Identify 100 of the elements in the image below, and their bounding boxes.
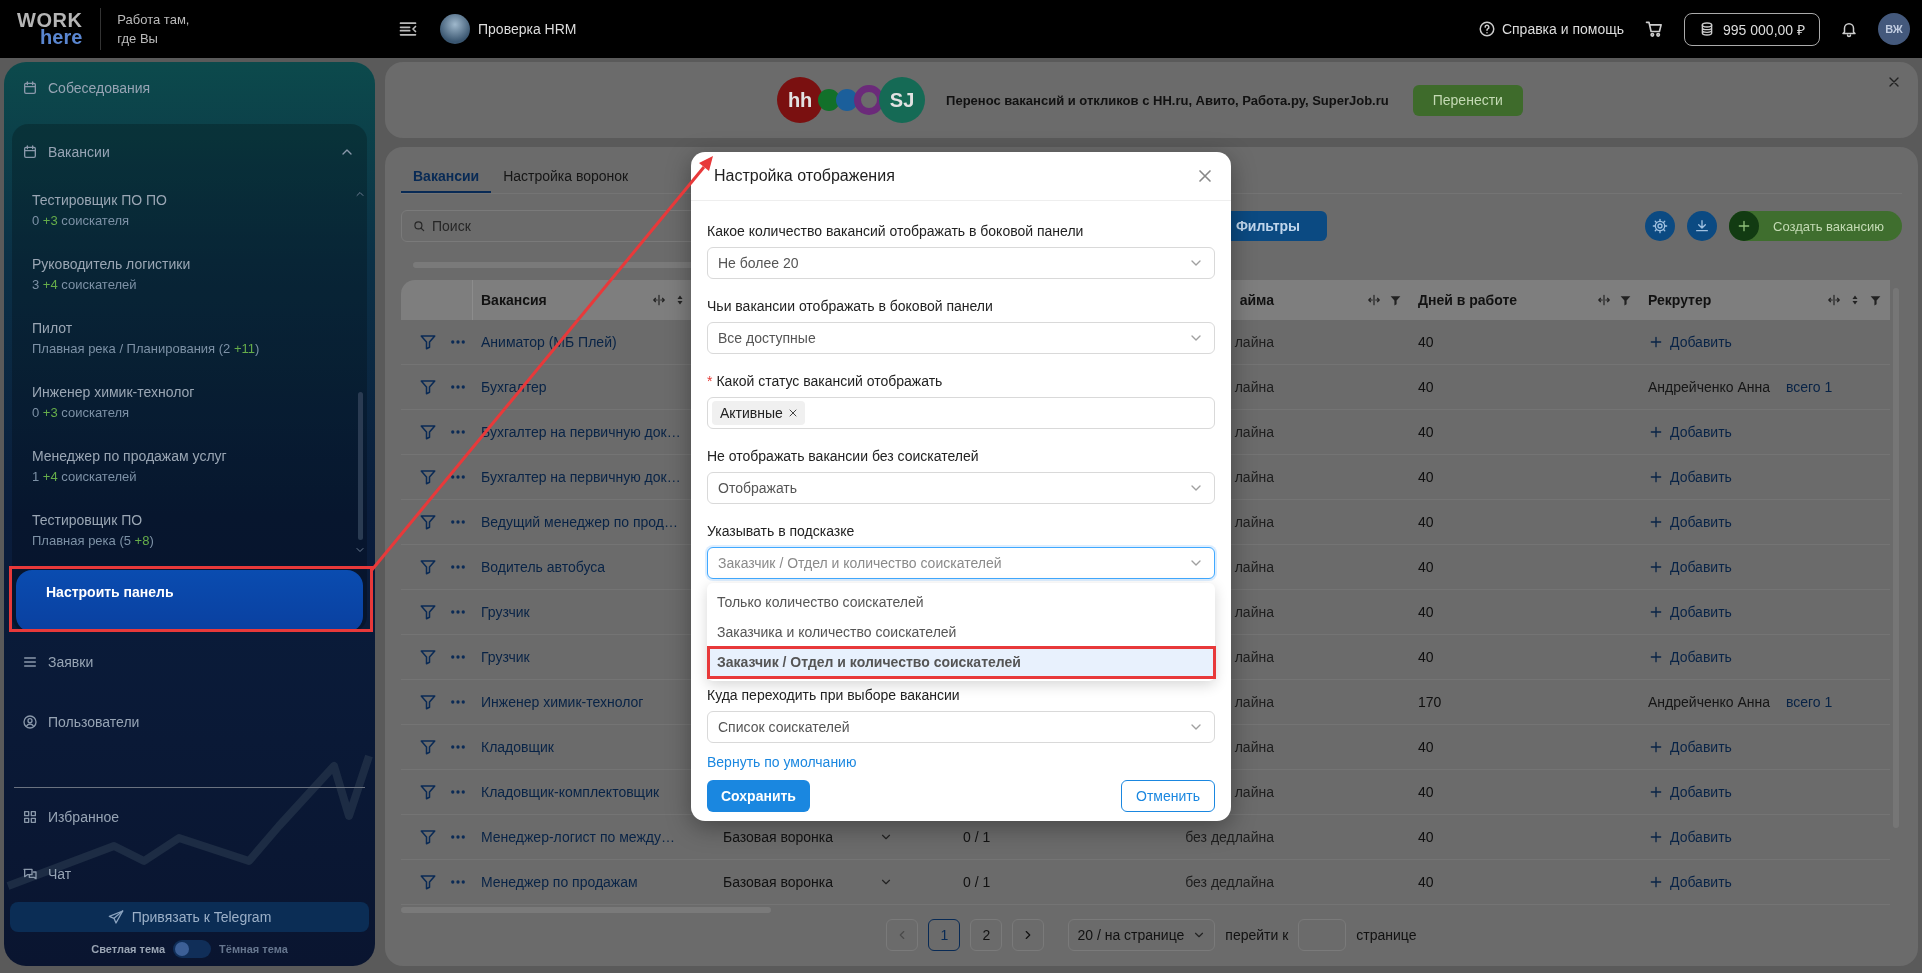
select-field[interactable]: Не более 20	[707, 247, 1215, 279]
funnel-icon[interactable]	[419, 603, 437, 621]
sidebar-vacancy[interactable]: Тестировщик ПО Плавная река (5 +8)	[12, 499, 353, 564]
help-link[interactable]: Справка и помощь	[1477, 20, 1625, 38]
sidebar-item[interactable]: Заявки	[4, 631, 375, 692]
tab[interactable]: Настройка воронок	[491, 149, 641, 193]
funnel-icon[interactable]	[419, 828, 437, 846]
funnel-icon[interactable]	[419, 378, 437, 396]
telegram-button[interactable]: Привязать к Telegram	[10, 902, 369, 933]
add-recruiter-link[interactable]: Добавить	[1648, 469, 1732, 485]
user-avatar[interactable]: ВЖ	[1878, 13, 1910, 45]
resize-icon[interactable]	[1597, 293, 1611, 307]
add-recruiter-link[interactable]: Добавить	[1648, 604, 1732, 620]
sidebar-vacancy[interactable]: Тестировщик ПО ПО 0 +3 соискателя	[12, 179, 353, 244]
column-title: Вакансия	[481, 292, 547, 308]
sidebar-vacancy[interactable]: Инженер химик-технолог 0 +3 соискателя	[12, 371, 353, 436]
sidebar-vacancy[interactable]: Руководитель логистики 3 +4 соискателей	[12, 243, 353, 308]
vacancy-link[interactable]: Менеджер-логист по между…	[481, 829, 675, 845]
funnel-select[interactable]: Базовая воронка	[723, 874, 893, 890]
page-button[interactable]: 2	[970, 919, 1003, 951]
project-name[interactable]: Проверка HRM	[478, 21, 577, 37]
sidebar-item[interactable]: Избранное	[4, 788, 375, 846]
add-recruiter-link[interactable]: Добавить	[1648, 739, 1732, 755]
light-theme-label: Светлая тема	[91, 943, 166, 956]
send-icon	[107, 909, 124, 926]
logo[interactable]: WORK here	[17, 12, 83, 46]
theme-toggle[interactable]	[173, 940, 212, 959]
tags-field[interactable]: Активные	[707, 397, 1215, 429]
vacancy-link[interactable]: Водитель автобуса	[481, 559, 606, 575]
funnel-icon[interactable]	[419, 423, 437, 441]
funnel-icon[interactable]	[419, 783, 437, 801]
next-page-button[interactable]	[1012, 919, 1045, 951]
settings-button[interactable]	[1645, 211, 1676, 241]
resize-icon[interactable]	[1367, 293, 1381, 307]
project-avatar[interactable]	[440, 14, 470, 44]
vacancy-link[interactable]: Кладовщик	[481, 739, 554, 755]
sidebar-item[interactable]: Пользователи	[4, 691, 375, 752]
recruiter-total-link[interactable]: всего 1	[1786, 379, 1833, 395]
days-cell: 40	[1418, 829, 1434, 845]
sidebar-item[interactable]: Чат	[4, 845, 375, 903]
filter-icon[interactable]	[1869, 293, 1882, 307]
save-button[interactable]: Сохранить	[707, 780, 810, 812]
select-field[interactable]: Список соискателей	[707, 711, 1215, 743]
funnel-icon[interactable]	[419, 558, 437, 576]
filter-icon[interactable]	[1619, 293, 1632, 307]
funnel-icon[interactable]	[419, 513, 437, 531]
vacancy-link[interactable]: Менеджер по продажам	[481, 874, 638, 890]
download-button[interactable]	[1687, 211, 1718, 241]
add-recruiter-link[interactable]: Добавить	[1648, 649, 1732, 665]
dropdown-option[interactable]: Только количество соискателей	[707, 587, 1215, 617]
funnel-icon[interactable]	[419, 693, 437, 711]
vacancy-link[interactable]: Грузчик	[481, 604, 530, 620]
vacancy-link[interactable]: Бухгалтер на первичную док…	[481, 469, 681, 485]
resize-icon[interactable]	[1827, 293, 1841, 307]
funnel-select[interactable]: Базовая воронка	[723, 829, 893, 845]
dropdown-option[interactable]: Заказчика и количество соискателей	[707, 617, 1215, 647]
add-recruiter-link[interactable]: Добавить	[1648, 559, 1732, 575]
tab[interactable]: Вакансии	[401, 149, 492, 193]
vacancy-link[interactable]: Кладовщик-комплектовщик	[481, 784, 660, 800]
funnel-icon[interactable]	[419, 738, 437, 756]
configure-panel-button[interactable]: Настроить панель	[16, 569, 363, 632]
select-field[interactable]: Заказчик / Отдел и количество соискателей	[707, 547, 1215, 579]
menu-icon[interactable]	[398, 19, 418, 39]
vacancy-link[interactable]: Ведущий менеджер по прод…	[481, 514, 678, 530]
recruiter-total-link[interactable]: всего 1	[1786, 694, 1833, 710]
add-recruiter-link[interactable]: Добавить	[1648, 424, 1732, 440]
deadline-cell: лайна	[1234, 514, 1274, 530]
select-field[interactable]: Все доступные	[707, 322, 1215, 354]
transfer-button[interactable]: Перенести	[1412, 84, 1523, 116]
filter-icon[interactable]	[1389, 293, 1402, 307]
page-size-select[interactable]: 20 / на странице	[1068, 919, 1216, 951]
days-cell: 40	[1418, 649, 1434, 665]
vacancy-link[interactable]: Инженер химик-технолог	[481, 694, 644, 710]
sidebar-item[interactable]: Собеседования	[4, 62, 375, 114]
cancel-button[interactable]: Отменить	[1121, 780, 1215, 812]
deadline-cell: лайна	[1234, 379, 1274, 395]
funnel-icon[interactable]	[419, 468, 437, 486]
add-recruiter-link[interactable]: Добавить	[1648, 874, 1732, 890]
cart-icon[interactable]	[1644, 19, 1665, 39]
funnel-icon[interactable]	[419, 648, 437, 666]
reset-defaults-link[interactable]: Вернуть по умолчанию	[707, 752, 857, 772]
add-recruiter-link[interactable]: Добавить	[1648, 514, 1732, 530]
days-cell: 40	[1418, 424, 1434, 440]
bell-icon[interactable]	[1840, 20, 1858, 38]
add-recruiter-link[interactable]: Добавить	[1648, 334, 1732, 350]
dropdown-option[interactable]: Заказчик / Отдел и количество соискателей	[707, 647, 1215, 677]
balance-button[interactable]: 995 000,00 ₽	[1684, 12, 1820, 46]
page-button[interactable]: 1	[928, 919, 961, 951]
banner-text: Перенос вакансий и откликов с HH.ru, Авито, Работа.ру, SuperJob.ru	[946, 92, 1389, 108]
select-field[interactable]: Отображать	[707, 472, 1215, 504]
resize-icon[interactable]	[652, 293, 666, 307]
vacancy-link[interactable]: Грузчик	[481, 649, 530, 665]
sidebar-vacancy[interactable]: Пилот Плавная река / Планирования (2 +11)	[12, 307, 353, 372]
sidebar-group-header[interactable]: Вакансии	[12, 123, 367, 180]
create-vacancy-button[interactable]: Создать вакансию	[1729, 211, 1902, 241]
funnel-icon[interactable]	[419, 333, 437, 351]
add-recruiter-link[interactable]: Добавить	[1648, 829, 1732, 845]
add-recruiter-link[interactable]: Добавить	[1648, 784, 1732, 800]
funnel-icon[interactable]	[419, 873, 437, 891]
sidebar-vacancy[interactable]: Менеджер по продажам услуг 1 +4 соискателей	[12, 435, 353, 500]
